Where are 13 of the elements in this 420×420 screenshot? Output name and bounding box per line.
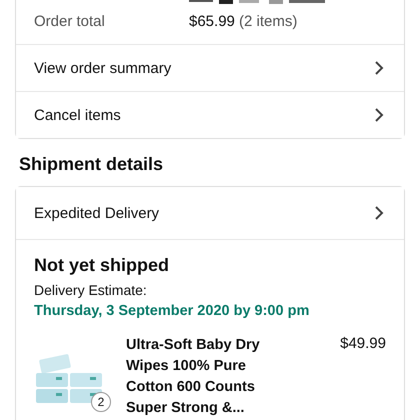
- info-label: Order total: [34, 12, 106, 30]
- order-link-row[interactable]: Cancel items: [16, 91, 404, 138]
- chevron-right-icon: [374, 60, 384, 76]
- section-heading: Shipment details: [19, 154, 164, 175]
- product-title[interactable]: Ultra-Soft Baby Dry Wipes 100% Pure Cotton 600 Counts Super Strong &...: [126, 335, 291, 419]
- chevron-right-icon: [374, 107, 384, 123]
- order-total-value: $65.99 (2 items): [189, 12, 298, 30]
- product-price: $49.99: [340, 335, 386, 352]
- estimate-label: Delivery Estimate:: [34, 282, 148, 298]
- chevron-right-icon: [374, 205, 384, 221]
- estimate-date: Thursday, 3 September 2020 by 9:00 pm: [34, 303, 310, 319]
- shipping-speed-row[interactable]: Expedited Delivery: [16, 187, 404, 240]
- shipment-status: Not yet shipped: [34, 255, 170, 276]
